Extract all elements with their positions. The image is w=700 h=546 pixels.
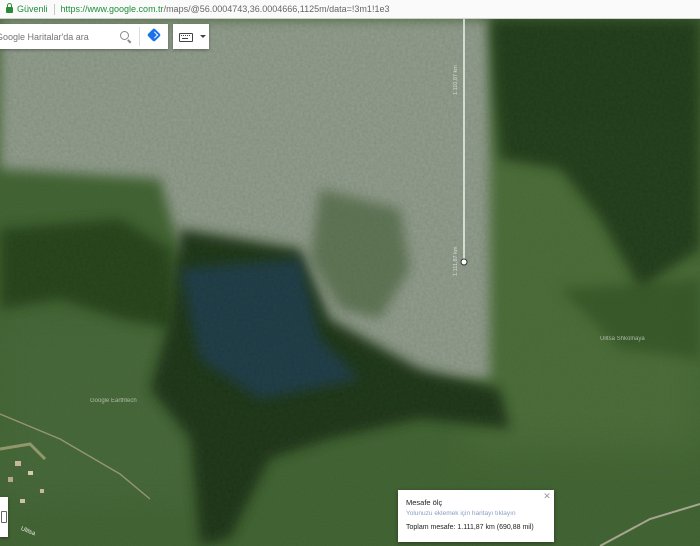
search-input[interactable] [0, 30, 108, 43]
map-type-toggle[interactable] [0, 497, 8, 537]
close-icon[interactable]: ✕ [543, 492, 551, 501]
search-box[interactable] [0, 24, 168, 49]
measure-distance-panel: Mesafe ölç ✕ Yolunuzu eklemek için harit… [398, 490, 554, 542]
search-icon[interactable] [120, 31, 129, 40]
secure-label: Güvenli [17, 4, 48, 14]
chevron-down-icon[interactable] [200, 35, 206, 38]
divider [53, 3, 55, 15]
divider [139, 27, 140, 46]
measure-distance-label: 1.110,87 km [453, 65, 459, 95]
place-label: Google Earthtech [90, 398, 137, 404]
map-imagery[interactable] [0, 19, 700, 546]
measure-point-icon[interactable] [460, 258, 468, 266]
lock-icon [6, 3, 13, 13]
url-path[interactable]: /maps/@56.0004743,36.0004666,1125m/data=… [164, 4, 390, 14]
satellite-map[interactable] [0, 19, 700, 546]
address-bar[interactable]: Güvenli https://www.google.com.tr/maps/@… [0, 0, 700, 19]
panel-title: Mesafe ölç [406, 498, 443, 507]
directions-icon[interactable] [146, 27, 162, 43]
phone-icon [1, 511, 7, 523]
panel-hint: Yolunuzu eklemek için haritayı tıklayın [406, 510, 516, 517]
url-host[interactable]: https://www.google.com.tr [61, 4, 164, 14]
input-tools-button[interactable] [173, 24, 209, 49]
measure-distance-label: 1.111,87 km [453, 246, 459, 276]
place-label: Ulitsa Shkolnaya [600, 336, 645, 342]
keyboard-icon[interactable] [179, 33, 193, 42]
total-distance: Toplam mesafe: 1.111,87 km (690,88 mil) [406, 524, 534, 531]
